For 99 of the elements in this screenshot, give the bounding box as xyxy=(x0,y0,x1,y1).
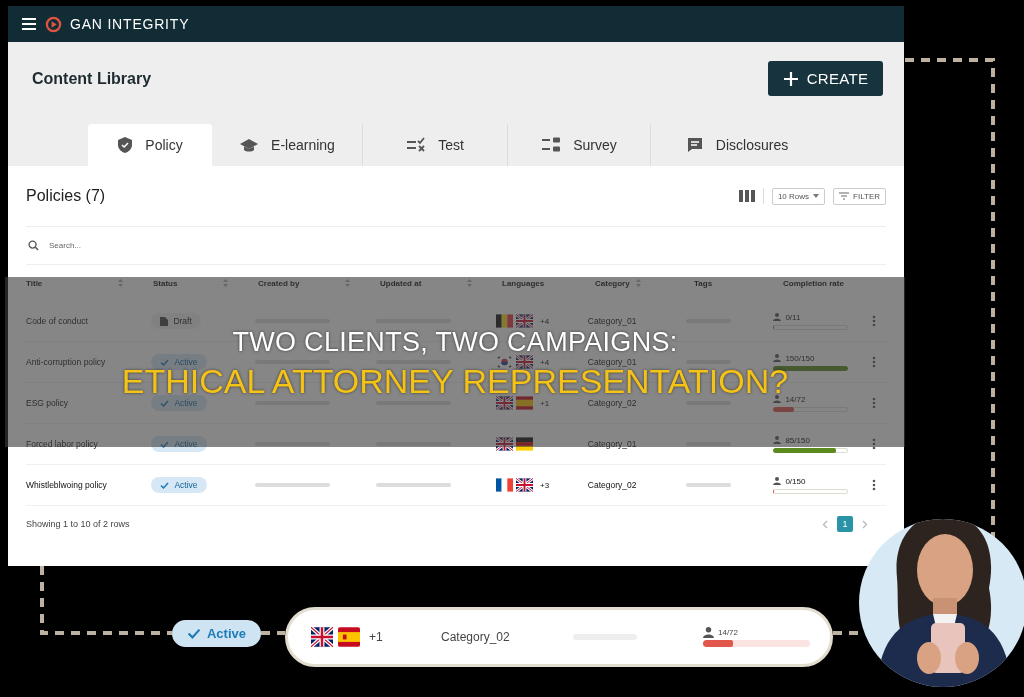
flag-icon xyxy=(515,478,533,492)
column-header: Status xyxy=(153,278,178,288)
columns-icon[interactable] xyxy=(738,190,755,202)
menu-icon[interactable] xyxy=(21,17,37,31)
column-header: Updated at xyxy=(380,278,422,288)
completion-count: 0/150 xyxy=(785,476,806,486)
category: Category_02 xyxy=(441,630,511,644)
category: Category_01 xyxy=(587,316,637,326)
logo-icon xyxy=(45,15,62,33)
banner-title: TWO CLIENTS, TWO CAMPAIGNS: xyxy=(232,330,678,354)
banner-headline: ETHICAL ATTORNEY REPRESENTATION? xyxy=(121,367,789,395)
previous-icon[interactable] xyxy=(822,519,828,529)
more-icon[interactable] xyxy=(872,438,877,450)
search-field[interactable]: Search... xyxy=(47,240,251,251)
sort-icon[interactable] xyxy=(345,279,350,287)
check-icon xyxy=(160,358,170,366)
more-languages: +1 xyxy=(369,630,383,644)
policy-title: Code of conduct xyxy=(26,316,88,326)
tab[interactable]: E-learning xyxy=(212,124,362,166)
column-header: Languages xyxy=(502,278,545,288)
document-icon xyxy=(160,316,169,326)
graduation-cap-icon xyxy=(239,137,260,153)
column-header: Title xyxy=(26,278,43,288)
more-languages: +4 xyxy=(539,357,550,367)
completion-count: 0/11 xyxy=(785,312,801,322)
flag-icon xyxy=(515,396,533,410)
sort-icon[interactable] xyxy=(223,279,228,287)
check-icon xyxy=(160,440,170,448)
flag-icon xyxy=(495,355,513,369)
filter-button[interactable]: FILTER xyxy=(833,187,886,205)
tab[interactable]: Test xyxy=(362,124,507,166)
flag-icon xyxy=(495,478,513,492)
tab[interactable]: Policy xyxy=(88,124,212,166)
column-header: Created by xyxy=(258,278,300,288)
policy-title: Whistleblwoing policy xyxy=(26,480,107,490)
flag-icon xyxy=(515,314,533,328)
more-languages: +3 xyxy=(539,480,550,490)
status-badge: Active xyxy=(151,436,207,452)
flag-icon xyxy=(495,396,513,410)
completion-count: 14/72 xyxy=(718,628,739,637)
person-icon xyxy=(773,436,782,444)
chat-icon xyxy=(685,136,704,154)
more-icon[interactable] xyxy=(872,479,877,491)
column-header: Tags xyxy=(694,278,713,288)
status-badge: Active xyxy=(151,395,207,411)
completion-count: 14/72 xyxy=(785,394,806,404)
tab[interactable]: Survey xyxy=(507,124,650,166)
flag-icon xyxy=(338,627,360,647)
status-badge: Active xyxy=(172,620,261,647)
sort-icon[interactable] xyxy=(467,279,472,287)
filter-icon xyxy=(839,192,850,200)
person-icon xyxy=(773,354,782,362)
checklist-icon xyxy=(406,137,427,153)
rows-select[interactable]: 10 Rows xyxy=(771,187,826,205)
flag-icon xyxy=(515,437,533,451)
flag-icon xyxy=(515,355,533,369)
create-button[interactable]: CREATE xyxy=(768,61,883,96)
check-icon xyxy=(160,481,170,489)
category: Category_02 xyxy=(587,480,637,490)
completion-count: 150/150 xyxy=(785,353,815,363)
more-languages: +4 xyxy=(539,316,550,326)
list-icon xyxy=(541,137,562,153)
flag-icon xyxy=(495,314,513,328)
flag-icon xyxy=(495,437,513,451)
status-badge: Active xyxy=(151,477,207,493)
brand-name: GAN INTEGRITY xyxy=(70,16,190,32)
plus-icon xyxy=(782,70,799,87)
flag-icon xyxy=(311,627,333,647)
category: Category_01 xyxy=(587,357,637,367)
tab[interactable]: Disclosures xyxy=(650,124,823,166)
policy-title: ESG policy xyxy=(26,398,69,408)
placeholder-bar xyxy=(685,442,731,446)
sort-icon[interactable] xyxy=(635,279,641,287)
category: Category_01 xyxy=(587,439,637,449)
person-icon xyxy=(703,627,714,638)
category: Category_02 xyxy=(587,398,637,408)
list-title: Policies (7) xyxy=(26,187,106,205)
check-icon xyxy=(187,628,201,639)
policy-title: Forced labor policy xyxy=(26,439,98,449)
person-icon xyxy=(773,313,782,321)
search-icon xyxy=(28,240,39,251)
page-title: Content Library xyxy=(32,69,152,88)
placeholder-bar xyxy=(685,483,731,487)
status-badge: Draft xyxy=(151,313,201,329)
caret-icon xyxy=(813,194,820,198)
column-header: Completion rate xyxy=(783,278,844,288)
shield-icon xyxy=(117,136,134,154)
policy-title: Anti-corruption policy xyxy=(26,357,106,367)
check-icon xyxy=(160,399,170,407)
more-languages: +1 xyxy=(539,398,550,408)
rows-summary: Showing 1 to 10 of 2 rows xyxy=(26,519,130,529)
completion-count: 85/150 xyxy=(785,435,810,445)
sort-icon[interactable] xyxy=(118,279,123,287)
person-icon xyxy=(773,395,782,403)
page-button[interactable]: 1 xyxy=(837,516,853,532)
status-badge: Active xyxy=(151,354,207,370)
person-icon xyxy=(773,477,782,485)
column-header: Category xyxy=(595,278,630,288)
next-icon[interactable] xyxy=(862,519,868,529)
